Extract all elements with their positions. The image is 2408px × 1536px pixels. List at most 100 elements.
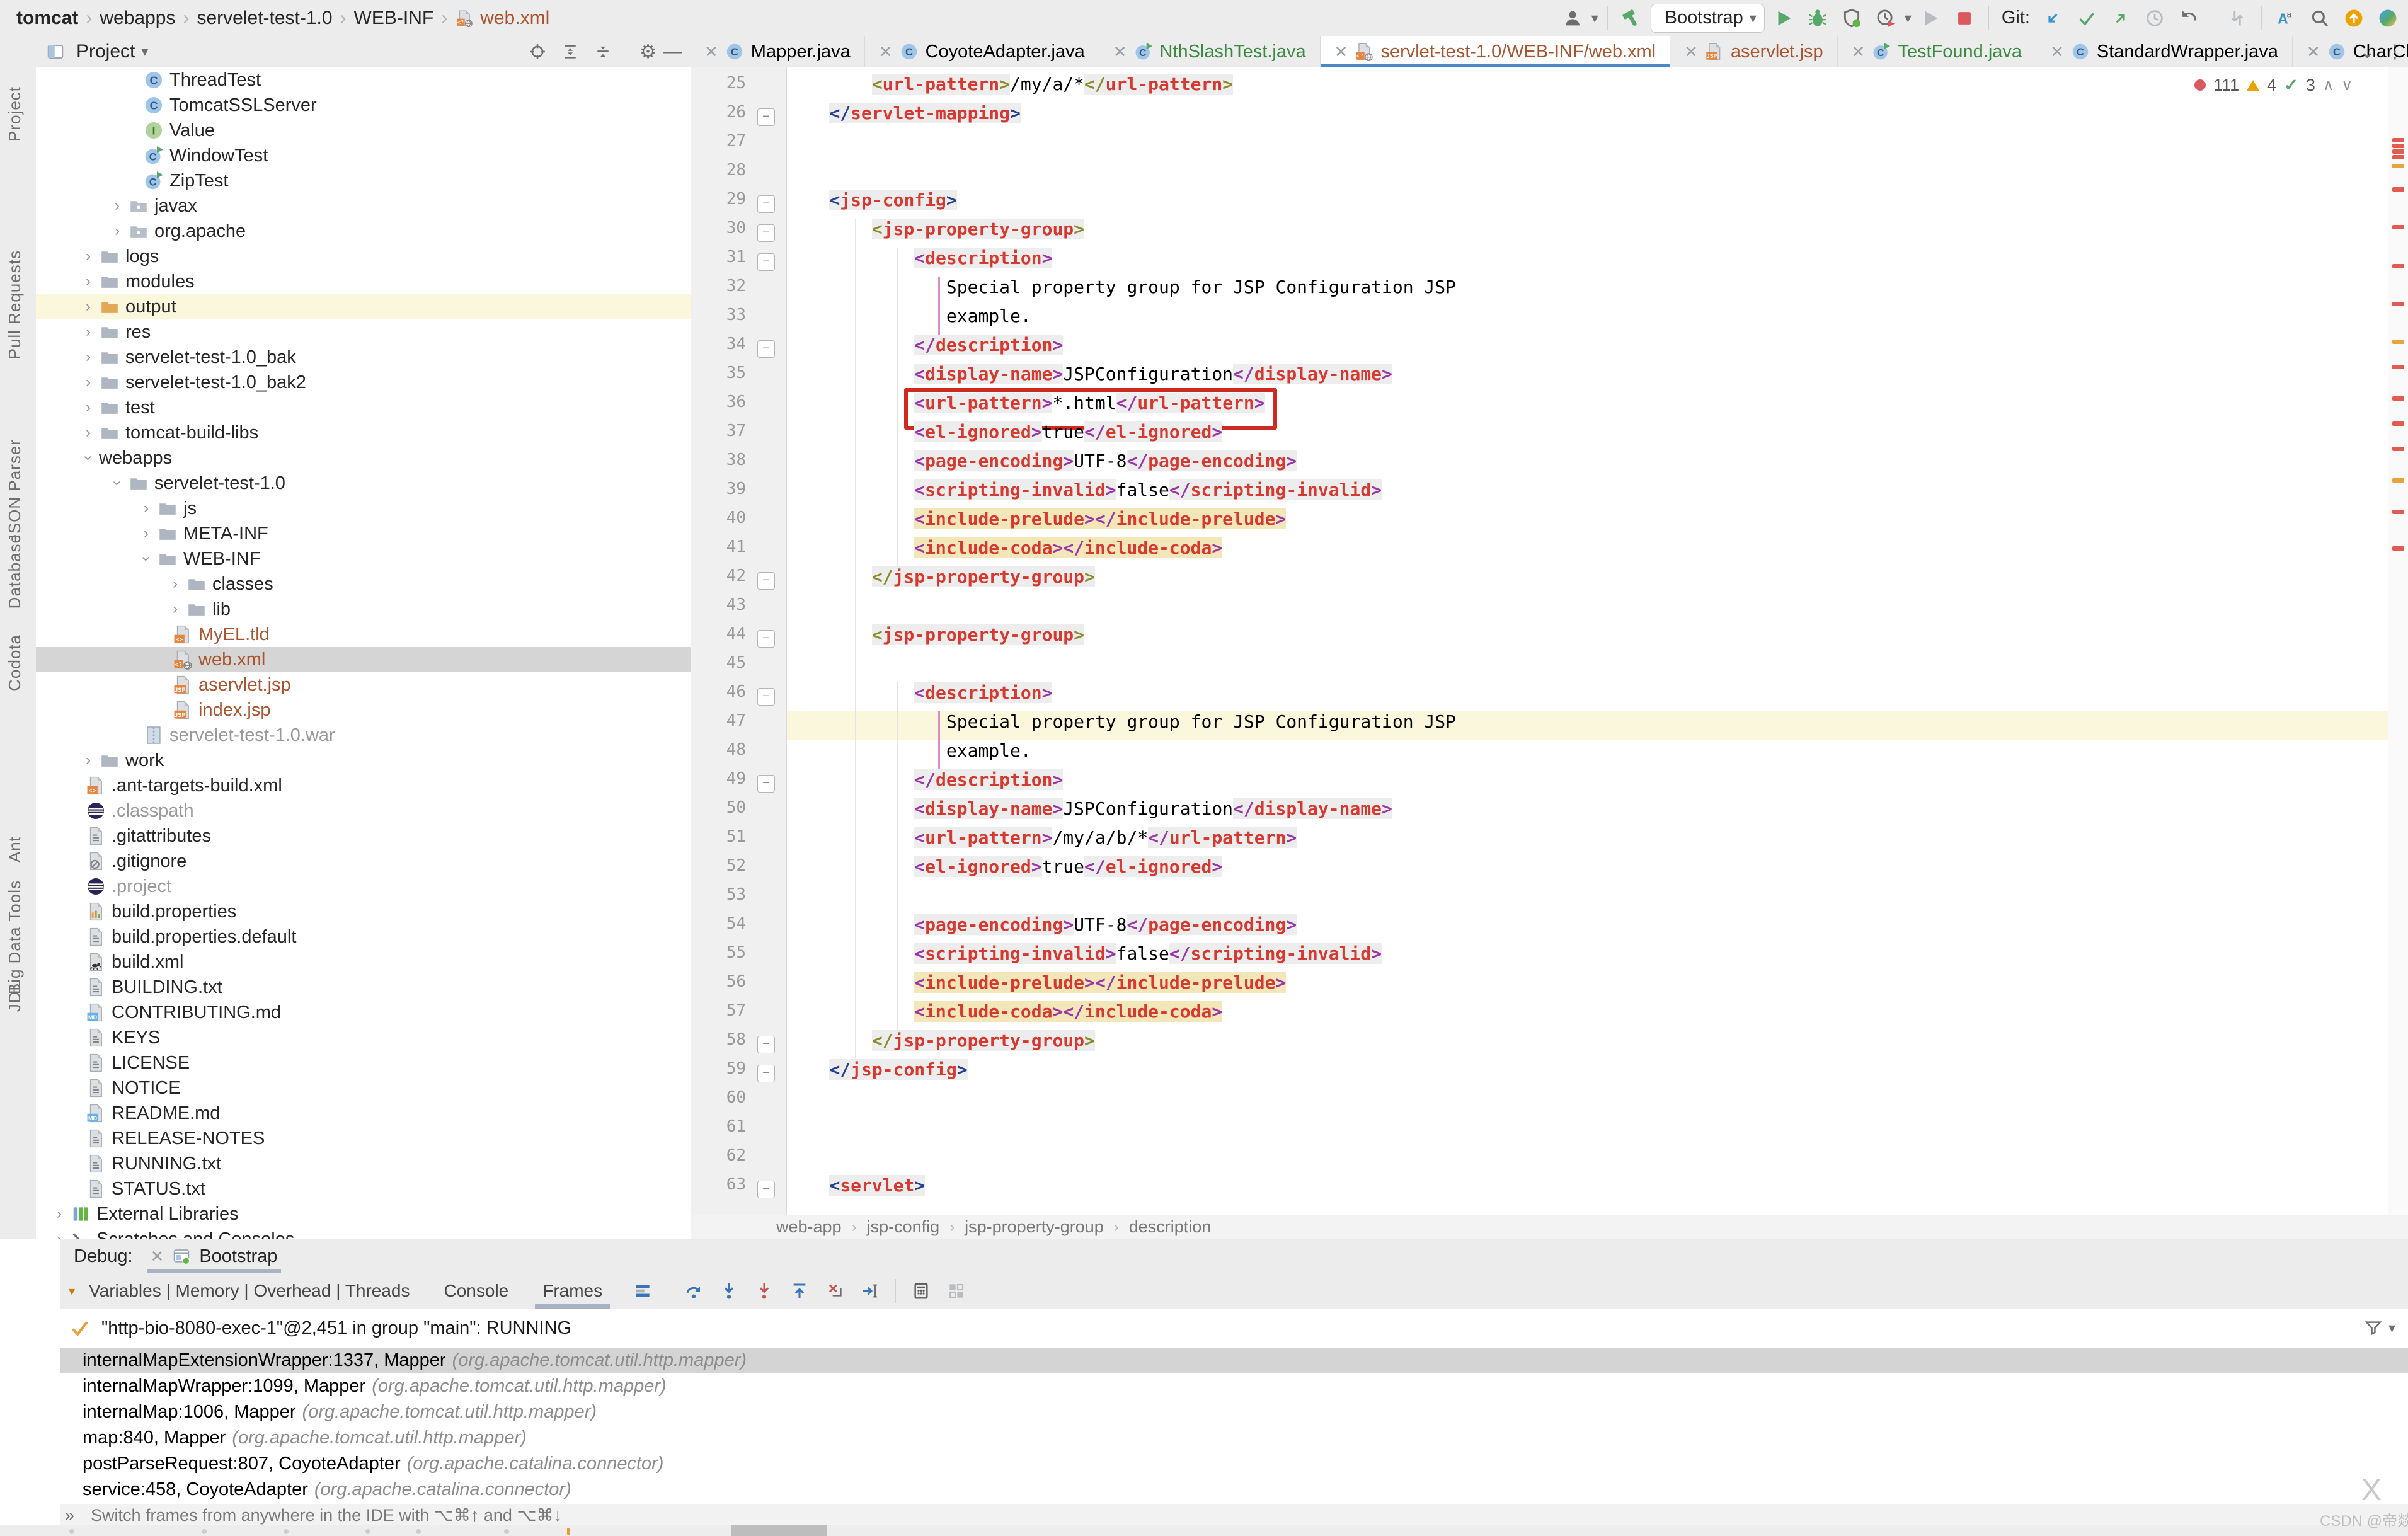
stripe-mark[interactable] (2392, 478, 2404, 483)
threadsview-button[interactable] (628, 1276, 658, 1306)
code-line-44[interactable]: <jsp-property-group> (787, 624, 2388, 653)
toolwindow-button-pull-requests[interactable]: Pull Requests (5, 250, 25, 359)
tree-item-modules[interactable]: ›modules (36, 269, 691, 294)
tree-item-.classpath[interactable]: .classpath (36, 798, 691, 823)
code-line-31[interactable]: <description> (787, 248, 2388, 277)
chevron-right-icon[interactable]: › (77, 323, 99, 341)
editor-tab-testfound.java[interactable]: ✕CTestFound.java (1838, 36, 2036, 67)
runtocursor-button[interactable] (855, 1276, 885, 1306)
chevron-down-icon[interactable]: › (108, 473, 126, 494)
tree-item-.gitattributes[interactable]: .gitattributes (36, 823, 691, 849)
stripe-mark[interactable] (2392, 187, 2404, 192)
stripe-mark[interactable] (2392, 144, 2404, 148)
rollback-button[interactable] (2174, 3, 2204, 33)
xml-breadcrumb-item[interactable]: description (1129, 1217, 1212, 1237)
code-editor[interactable]: 2526−272829−30−31−323334−353637383940414… (691, 67, 2388, 1215)
breadcrumb-item[interactable]: web.xml (480, 8, 549, 29)
toolwindow-button-project[interactable]: Project (5, 86, 25, 142)
chevron-down-icon[interactable]: ▾ (1591, 10, 1598, 26)
tree-item-license[interactable]: LICENSE (36, 1050, 691, 1075)
tree-item-build.xml[interactable]: build.xml (36, 949, 691, 975)
tree-item-ziptest[interactable]: CZipTest (36, 168, 691, 193)
chevron-right-icon[interactable]: › (77, 399, 99, 416)
code-line-27[interactable] (787, 132, 2388, 161)
error-stripe[interactable] (2388, 67, 2408, 1239)
code-line-50[interactable]: <display-name>JSPConfiguration</display-… (787, 798, 2388, 827)
chevron-right-icon[interactable]: › (49, 1205, 70, 1223)
tree-item-.project[interactable]: .project (36, 874, 691, 899)
editor-tab-nthslashtest.java[interactable]: ✕CNthSlashTest.java (1099, 36, 1321, 67)
project-panel-title[interactable]: Project (76, 41, 135, 62)
chevron-right-icon[interactable]: › (49, 1230, 70, 1239)
tree-item-index.jsp[interactable]: JSPindex.jsp (36, 697, 691, 723)
chevron-down-icon[interactable]: ▾ (141, 43, 148, 60)
search-button[interactable] (2305, 3, 2335, 33)
tree-item-status.txt[interactable]: STATUS.txt (36, 1176, 691, 1201)
tree-item-notice[interactable]: NOTICE (36, 1075, 691, 1101)
tree-item-classes[interactable]: ›classes (36, 571, 691, 597)
tree-item-output[interactable]: ›output (36, 294, 691, 319)
chevron-right-icon[interactable]: › (77, 752, 99, 769)
chevron-right-icon[interactable]: › (77, 273, 99, 290)
tree-item-value[interactable]: IValue (36, 118, 691, 143)
debug-session-tab[interactable]: ✕ Bootstrap (151, 1239, 278, 1273)
chevron-right-icon[interactable]: › (106, 222, 128, 240)
code-line-55[interactable]: <scripting-invalid>false</scripting-inva… (787, 943, 2388, 972)
code-line-30[interactable]: <jsp-property-group> (787, 219, 2388, 248)
shelve-button[interactable] (2222, 3, 2252, 33)
stripe-mark[interactable] (2392, 225, 2404, 229)
stripe-mark[interactable] (2392, 396, 2404, 401)
tree-item-servelet-test-1.0[interactable]: ›servelet-test-1.0 (36, 471, 691, 496)
stripe-mark[interactable] (2392, 365, 2404, 369)
editor-tab-standardwrapper.java[interactable]: ✕CStandardWrapper.java (2036, 36, 2293, 67)
tree-item-tomcatsslserver[interactable]: CTomcatSSLServer (36, 93, 691, 118)
toolwindow-button-big-data-tools[interactable]: Big Data Tools (5, 880, 25, 994)
tree-item-readme.md[interactable]: MDREADME.md (36, 1101, 691, 1126)
fold-marker-icon[interactable]: − (757, 688, 775, 706)
stripe-mark[interactable] (2392, 138, 2404, 142)
forcestep-button[interactable] (749, 1276, 779, 1306)
calc-button[interactable] (906, 1276, 936, 1306)
kebab-menu-icon[interactable]: ⋮ (2385, 41, 2404, 63)
stripe-mark[interactable] (2392, 302, 2404, 306)
code-line-40[interactable]: <include-prelude></include-prelude> (787, 508, 2388, 537)
run-configuration-select[interactable]: Bootstrap▾ (1651, 4, 1765, 33)
chevron-right-icon[interactable]: › (77, 248, 99, 265)
close-icon[interactable]: ✕ (1113, 42, 1127, 62)
bug-button[interactable] (1803, 3, 1833, 33)
fold-marker-icon[interactable]: − (757, 1181, 775, 1198)
stack-frame[interactable]: internalMapExtensionWrapper:1337, Mapper… (60, 1348, 2408, 1373)
fold-marker-icon[interactable]: − (757, 775, 775, 793)
editor-tab-aservlet.jsp[interactable]: ✕JSPaservlet.jsp (1670, 36, 1837, 67)
translate-button[interactable]: Aa (2271, 3, 2301, 33)
code-line-63[interactable]: <servlet> (787, 1175, 2388, 1204)
coverage-button[interactable] (1837, 3, 1867, 33)
code-line-32[interactable]: Special property group for JSP Configura… (787, 277, 2388, 306)
tree-item-tomcat-build-libs[interactable]: ›tomcat-build-libs (36, 420, 691, 445)
breadcrumb-item[interactable]: webapps (100, 8, 175, 29)
chevron-down-icon[interactable]: ⌄ (2359, 41, 2375, 63)
toolwindow-button-ant[interactable]: Ant (5, 836, 25, 863)
chevron-right-icon[interactable]: › (77, 424, 99, 442)
xml-breadcrumb-item[interactable]: web-app (776, 1217, 842, 1237)
close-icon[interactable]: ✕ (1852, 42, 1866, 62)
code-line-56[interactable]: <include-prelude></include-prelude> (787, 972, 2388, 1001)
user-button[interactable] (1557, 3, 1588, 33)
chevron-right-icon[interactable]: › (77, 374, 99, 391)
close-icon[interactable]: ✕ (879, 42, 893, 62)
chevron-right-icon[interactable]: › (77, 298, 99, 316)
tree-item-windowtest[interactable]: CWindowTest (36, 143, 691, 168)
close-icon[interactable]: ✕ (151, 1247, 164, 1266)
code-line-45[interactable] (787, 653, 2388, 682)
stripe-mark[interactable] (2392, 546, 2404, 551)
code-line-34[interactable]: </description> (787, 335, 2388, 364)
breadcrumb-item[interactable]: tomcat (16, 8, 78, 29)
code-line-25[interactable]: <url-pattern>/my/a/*</url-pattern> (787, 74, 2388, 103)
code-line-46[interactable]: <description> (787, 682, 2388, 711)
stack-frame[interactable]: internalMap:1006, Mapper(org.apache.tomc… (60, 1399, 2408, 1425)
editor-tab-servlet-test-1.0-web-inf-web.xml[interactable]: ✕<?servlet-test-1.0/WEB-INF/web.xml (1321, 36, 1670, 67)
stripe-mark[interactable] (2392, 149, 2404, 154)
close-icon[interactable]: ✕ (1334, 42, 1348, 62)
tree-item-external-libraries[interactable]: ›External Libraries (36, 1201, 691, 1227)
chevron-right-icon[interactable]: › (135, 525, 157, 542)
